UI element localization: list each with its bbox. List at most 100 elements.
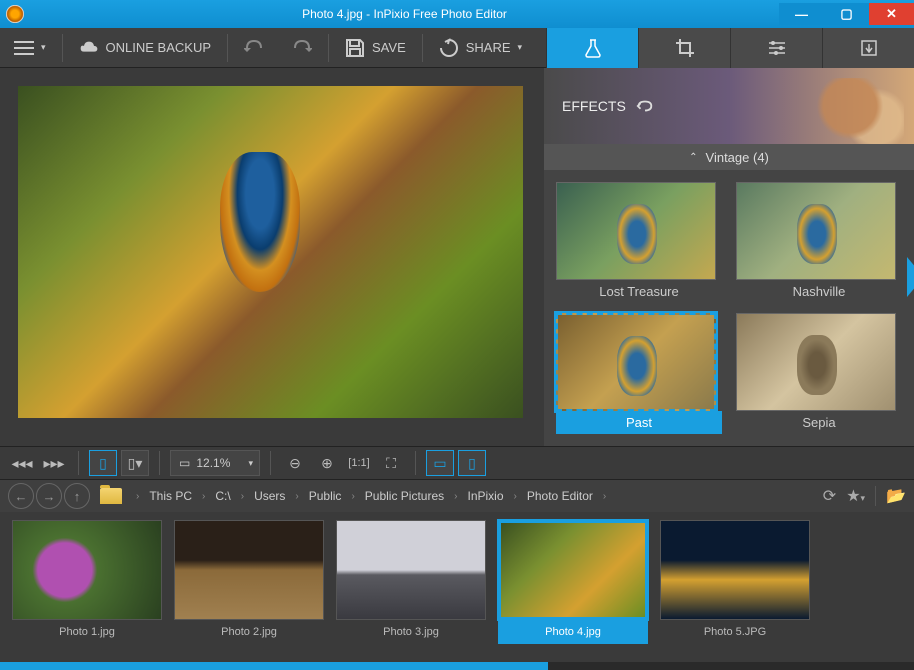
share-icon (439, 38, 459, 58)
filmstrip-label: Photo 4.jpg (498, 620, 648, 644)
online-backup-button[interactable]: ONLINE BACKUP (65, 28, 225, 68)
single-view-button[interactable]: ▯ (89, 450, 117, 476)
panel-down-icon: ▭ (433, 455, 446, 472)
compare-view-button[interactable]: ▯▾ (121, 450, 149, 476)
sidepanel-toggle-button[interactable]: ▯ (458, 450, 486, 476)
filmstrip-item[interactable]: Photo 4.jpg (498, 520, 648, 654)
prev-multi-button[interactable]: ◂◂◂ (8, 450, 36, 476)
chevron-right-icon: › (510, 491, 521, 502)
chevron-right-icon: › (291, 491, 302, 502)
filmstrip-item[interactable]: Photo 3.jpg (336, 520, 486, 654)
effect-label: Past (556, 411, 722, 434)
tab-crop[interactable] (638, 28, 730, 68)
maximize-button[interactable]: ▢ (824, 3, 869, 25)
breadcrumb-item[interactable]: Users (250, 489, 289, 503)
chevron-right-icon: › (237, 491, 248, 502)
zoom-out-button[interactable]: ⊖ (281, 450, 309, 476)
effects-undo-button[interactable] (636, 99, 654, 113)
effect-thumbnail (556, 182, 716, 280)
share-button[interactable]: SHARE ▾ (425, 28, 536, 68)
filmstrip-label: Photo 1.jpg (12, 620, 162, 644)
breadcrumb-bar: ← → ↑ › This PC › C:\ › Users › Public ›… (0, 480, 914, 512)
filmstrip-label: Photo 5.JPG (660, 620, 810, 644)
main-toolbar: ▾ ONLINE BACKUP SAVE SHARE ▾ (0, 28, 914, 68)
nav-back-button[interactable]: ← (8, 483, 34, 509)
effect-label: Sepia (736, 411, 902, 434)
chevron-down-icon: ▾ (41, 42, 46, 53)
redo-icon (292, 38, 312, 58)
window-title: Photo 4.jpg - InPixio Free Photo Editor (30, 7, 779, 21)
zoom-dropdown[interactable]: ▭ 12.1% (170, 450, 260, 476)
refresh-button[interactable]: ⟳ (823, 486, 836, 506)
main-image[interactable] (18, 86, 523, 418)
redo-button[interactable] (278, 28, 326, 68)
frame-icon (859, 38, 879, 58)
undo-icon (244, 38, 264, 58)
zoom-fit-icon: ▭ (179, 456, 190, 470)
open-folder-button[interactable]: 📂 (886, 486, 906, 506)
next-multi-button[interactable]: ▸▸▸ (40, 450, 68, 476)
chevron-up-icon: ⌃ (689, 152, 697, 163)
undo-button[interactable] (230, 28, 278, 68)
filmstrip-toggle-button[interactable]: ▭ (426, 450, 454, 476)
chevron-right-icon: › (198, 491, 209, 502)
effect-past[interactable]: Past (556, 313, 722, 434)
compare-icon: ▯▾ (128, 455, 143, 472)
zoom-in-icon: ⊕ (321, 455, 333, 472)
filmstrip-item[interactable]: Photo 2.jpg (174, 520, 324, 654)
filmstrip-thumbnail (660, 520, 810, 620)
effects-category-toggle[interactable]: ⌃ Vintage (4) (544, 144, 914, 170)
effect-sepia[interactable]: Sepia (736, 313, 902, 434)
effects-title: EFFECTS (562, 98, 626, 114)
filmstrip-item[interactable]: Photo 5.JPG (660, 520, 810, 654)
close-button[interactable]: ✕ (869, 3, 914, 25)
filmstrip-thumbnail (12, 520, 162, 620)
minimize-button[interactable]: — (779, 3, 824, 25)
filmstrip-item[interactable]: Photo 1.jpg (12, 520, 162, 654)
breadcrumb-item[interactable]: This PC (145, 489, 196, 503)
breadcrumb-item[interactable]: Public (305, 489, 346, 503)
hamburger-icon (14, 38, 34, 58)
arrow-right-icon: → (43, 489, 56, 504)
menu-button[interactable]: ▾ (0, 28, 60, 68)
save-label: SAVE (372, 40, 406, 55)
favorite-button[interactable]: ★▾ (846, 486, 865, 506)
chevron-down-icon: ▾ (518, 42, 523, 53)
zoom-value: 12.1% (196, 456, 230, 470)
nav-forward-button[interactable]: → (36, 483, 62, 509)
zoom-in-button[interactable]: ⊕ (313, 450, 341, 476)
flask-icon (583, 38, 603, 58)
zoom-out-icon: ⊖ (289, 455, 301, 472)
breadcrumb-item[interactable]: Photo Editor (523, 489, 597, 503)
tab-frames[interactable] (822, 28, 914, 68)
nav-up-button[interactable]: ↑ (64, 483, 90, 509)
breadcrumb-item[interactable]: InPixio (464, 489, 508, 503)
tab-adjust[interactable] (730, 28, 822, 68)
horizontal-scrollbar[interactable] (0, 662, 914, 670)
star-icon: ★ (846, 488, 860, 505)
panel-right-icon: ▯ (468, 455, 476, 472)
save-button[interactable]: SAVE (331, 28, 420, 68)
open-folder-icon: 📂 (886, 488, 906, 505)
breadcrumb-item[interactable]: C:\ (211, 489, 234, 503)
save-icon (345, 38, 365, 58)
filmstrip-thumbnail (498, 520, 648, 620)
refresh-icon: ⟳ (823, 488, 836, 505)
person-icon: ▯ (99, 455, 107, 472)
tab-effects[interactable] (546, 28, 638, 68)
effect-lost-treasure[interactable]: Lost Treasure (556, 182, 722, 303)
breadcrumb-item[interactable]: Public Pictures (361, 489, 448, 503)
zoom-fit-button[interactable]: ⛶ (377, 450, 405, 476)
effect-thumbnail (556, 313, 716, 411)
effects-panel: EFFECTS ⌃ Vintage (4) Lost Treasure Nash… (544, 68, 914, 446)
folder-icon (100, 488, 122, 504)
zoom-actual-button[interactable]: [1:1] (345, 450, 373, 476)
view-controls: ◂◂◂ ▸▸▸ ▯ ▯▾ ▭ 12.1% ⊖ ⊕ [1:1] ⛶ ▭ ▯ (0, 446, 914, 480)
effect-nashville[interactable]: Nashville (736, 182, 902, 303)
cloud-icon (79, 38, 99, 58)
chevron-right-icon: › (347, 491, 358, 502)
effect-thumbnail (736, 182, 896, 280)
filmstrip-label: Photo 3.jpg (336, 620, 486, 644)
canvas-area (0, 68, 544, 446)
effect-label: Nashville (736, 280, 902, 303)
